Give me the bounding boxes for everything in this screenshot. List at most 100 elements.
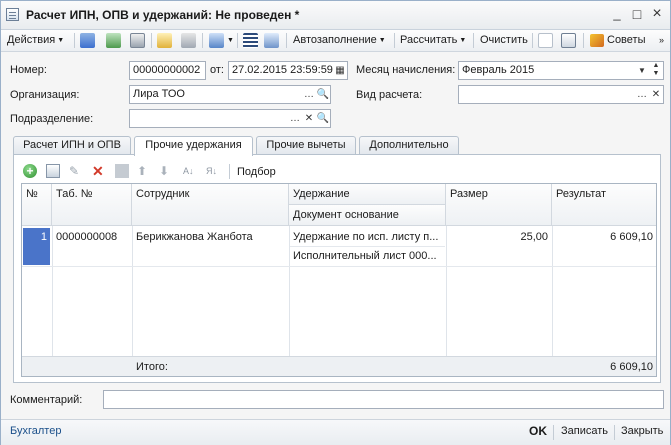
journal-icon[interactable] xyxy=(243,33,258,48)
dt-kt-icon[interactable] xyxy=(538,33,553,48)
actions-menu[interactable]: Действия ▼ xyxy=(7,32,64,49)
clear-button[interactable]: Очистить xyxy=(480,32,528,49)
caret-down-icon: ▼ xyxy=(378,37,386,44)
advice-button[interactable]: Советы xyxy=(607,32,645,49)
report-icon[interactable] xyxy=(561,33,576,48)
go-to-icon[interactable] xyxy=(209,33,224,48)
deductions-table[interactable]: № Таб. № Сотрудник Удержание Документ ос… xyxy=(21,183,657,377)
bottom-separator xyxy=(553,425,554,440)
grid-divider xyxy=(446,226,447,356)
caret-down-icon: ▼ xyxy=(227,37,234,44)
accountant-link[interactable]: Бухгалтер xyxy=(10,425,61,437)
organization-field[interactable]: Лира ТОО … 🔍 xyxy=(129,85,331,104)
col-deduction-header[interactable]: Удержание xyxy=(289,184,446,205)
window-title: Расчет ИПН, ОПВ и удержаний: Не проведен… xyxy=(26,8,300,22)
dropdown-icon[interactable]: ▼ xyxy=(635,62,649,79)
save-button[interactable]: Записать xyxy=(561,425,608,437)
number-label: Номер: xyxy=(10,64,47,76)
grid-divider xyxy=(52,226,53,356)
from-label: от: xyxy=(210,64,224,76)
add-row-icon[interactable]: + xyxy=(23,164,37,178)
select-ellipsis-icon[interactable]: … xyxy=(635,86,649,103)
autofill-label: Автозаполнение xyxy=(293,34,377,46)
settings-list-icon[interactable] xyxy=(264,33,279,48)
col-num-header[interactable]: № xyxy=(22,184,52,226)
spin-icon[interactable]: ▲ ▼ xyxy=(649,62,663,79)
toolbar-separator xyxy=(286,33,287,48)
post-document-icon[interactable] xyxy=(80,33,95,48)
close-button[interactable]: × xyxy=(649,6,665,22)
tab-other-deductions[interactable]: Прочие удержания xyxy=(134,136,253,156)
go-to-caret[interactable]: ▼ xyxy=(225,32,234,49)
calendar-icon[interactable]: ▦ xyxy=(333,62,347,79)
copy-document-icon[interactable] xyxy=(157,33,172,48)
employee-cell[interactable]: Берикжанова Жанбота xyxy=(136,228,286,246)
save-disabled-icon[interactable] xyxy=(115,164,129,178)
calc-type-field[interactable]: … ✕ xyxy=(458,85,664,104)
clear-x-icon[interactable]: ✕ xyxy=(302,110,316,127)
copy-row-icon[interactable] xyxy=(46,164,60,178)
post-and-close-icon[interactable] xyxy=(106,33,121,48)
sort-descending-icon[interactable]: Я↓ xyxy=(206,164,220,178)
tab-num-cell[interactable]: 0000000008 xyxy=(56,228,130,246)
number-field[interactable]: 00000000002 xyxy=(129,61,206,80)
month-label: Месяц начисления: xyxy=(356,64,456,76)
title-bar: Расчет ИПН, ОПВ и удержаний: Не проведен… xyxy=(1,1,670,30)
open-magnifier-icon[interactable]: 🔍 xyxy=(316,86,330,103)
tab-ipn-opv[interactable]: Расчет ИПН и ОПВ xyxy=(13,136,131,155)
col-employee-header[interactable]: Сотрудник xyxy=(132,184,289,226)
minimize-button[interactable]: _ xyxy=(609,6,625,22)
row-num-cell[interactable]: 1 xyxy=(23,228,50,265)
refresh-icon[interactable] xyxy=(130,33,145,48)
autofill-menu[interactable]: Автозаполнение ▼ xyxy=(293,32,386,49)
move-down-icon[interactable]: ⬇ xyxy=(159,164,173,178)
select-ellipsis-icon[interactable]: … xyxy=(302,86,316,103)
open-magnifier-icon[interactable]: 🔍 xyxy=(316,110,330,127)
result-cell[interactable]: 6 609,10 xyxy=(554,228,653,246)
base-doc-cell[interactable]: Исполнительный лист 000... xyxy=(290,247,445,265)
col-result-header[interactable]: Результат xyxy=(552,184,656,226)
move-up-icon[interactable]: ⬆ xyxy=(137,164,151,178)
select-ellipsis-icon[interactable]: … xyxy=(288,110,302,127)
month-value: Февраль 2015 xyxy=(462,64,535,76)
sort-ascending-icon[interactable]: A↓ xyxy=(183,164,197,178)
col-base-doc-header[interactable]: Документ основание xyxy=(289,205,446,226)
toolbar-separator xyxy=(202,33,203,48)
row-separator xyxy=(22,266,656,267)
grid-divider xyxy=(132,226,133,356)
date-value: 27.02.2015 23:59:59 xyxy=(232,64,333,76)
comment-label: Комментарий: xyxy=(10,394,83,406)
col-amount-header[interactable]: Размер xyxy=(446,184,552,226)
ok-button[interactable]: OK xyxy=(529,424,547,438)
total-value: 6 609,10 xyxy=(610,361,653,373)
date-field[interactable]: 27.02.2015 23:59:59 ▦ xyxy=(228,61,348,80)
document-window: Расчет ИПН, ОПВ и удержаний: Не проведен… xyxy=(0,0,671,445)
month-field[interactable]: Февраль 2015 ▼ ▲ ▼ xyxy=(458,61,664,80)
maximize-button[interactable]: □ xyxy=(629,6,645,22)
structure-icon[interactable] xyxy=(181,33,196,48)
clear-x-icon[interactable]: ✕ xyxy=(649,86,663,103)
delete-row-icon[interactable]: ✕ xyxy=(92,164,106,178)
selection-button[interactable]: Подбор xyxy=(237,166,276,178)
grid-toolbar-separator xyxy=(229,164,230,179)
main-toolbar: Действия ▼ ▼ Автозаполнение ▼ Рассчитать ▼ … xyxy=(1,30,670,52)
toolbar-separator xyxy=(237,33,238,48)
advice-icon[interactable] xyxy=(590,34,604,47)
tab-other-deductions-tax[interactable]: Прочие вычеты xyxy=(256,136,356,155)
col-tab-num-header[interactable]: Таб. № xyxy=(52,184,132,226)
deduction-cell[interactable]: Удержание по исп. листу п... xyxy=(290,228,445,247)
calc-type-label: Вид расчета: xyxy=(356,89,423,101)
toolbar-separator xyxy=(473,33,474,48)
toolbar-separator xyxy=(151,33,152,48)
amount-cell[interactable]: 25,00 xyxy=(448,228,548,246)
tab-strip: Расчет ИПН и ОПВ Прочие удержания Прочие… xyxy=(13,136,661,156)
tab-additional[interactable]: Дополнительно xyxy=(359,136,459,155)
comment-field[interactable] xyxy=(103,390,664,409)
toolbar-overflow-icon[interactable]: » xyxy=(659,32,664,49)
bottom-bar: Бухгалтер OK Записать Закрыть xyxy=(1,419,670,445)
edit-row-icon[interactable]: ✎ xyxy=(69,164,83,178)
calculate-menu[interactable]: Рассчитать ▼ xyxy=(400,32,466,49)
close-form-button[interactable]: Закрыть xyxy=(621,425,663,437)
division-field[interactable]: … ✕ 🔍 xyxy=(129,109,331,128)
bottom-separator xyxy=(614,425,615,440)
